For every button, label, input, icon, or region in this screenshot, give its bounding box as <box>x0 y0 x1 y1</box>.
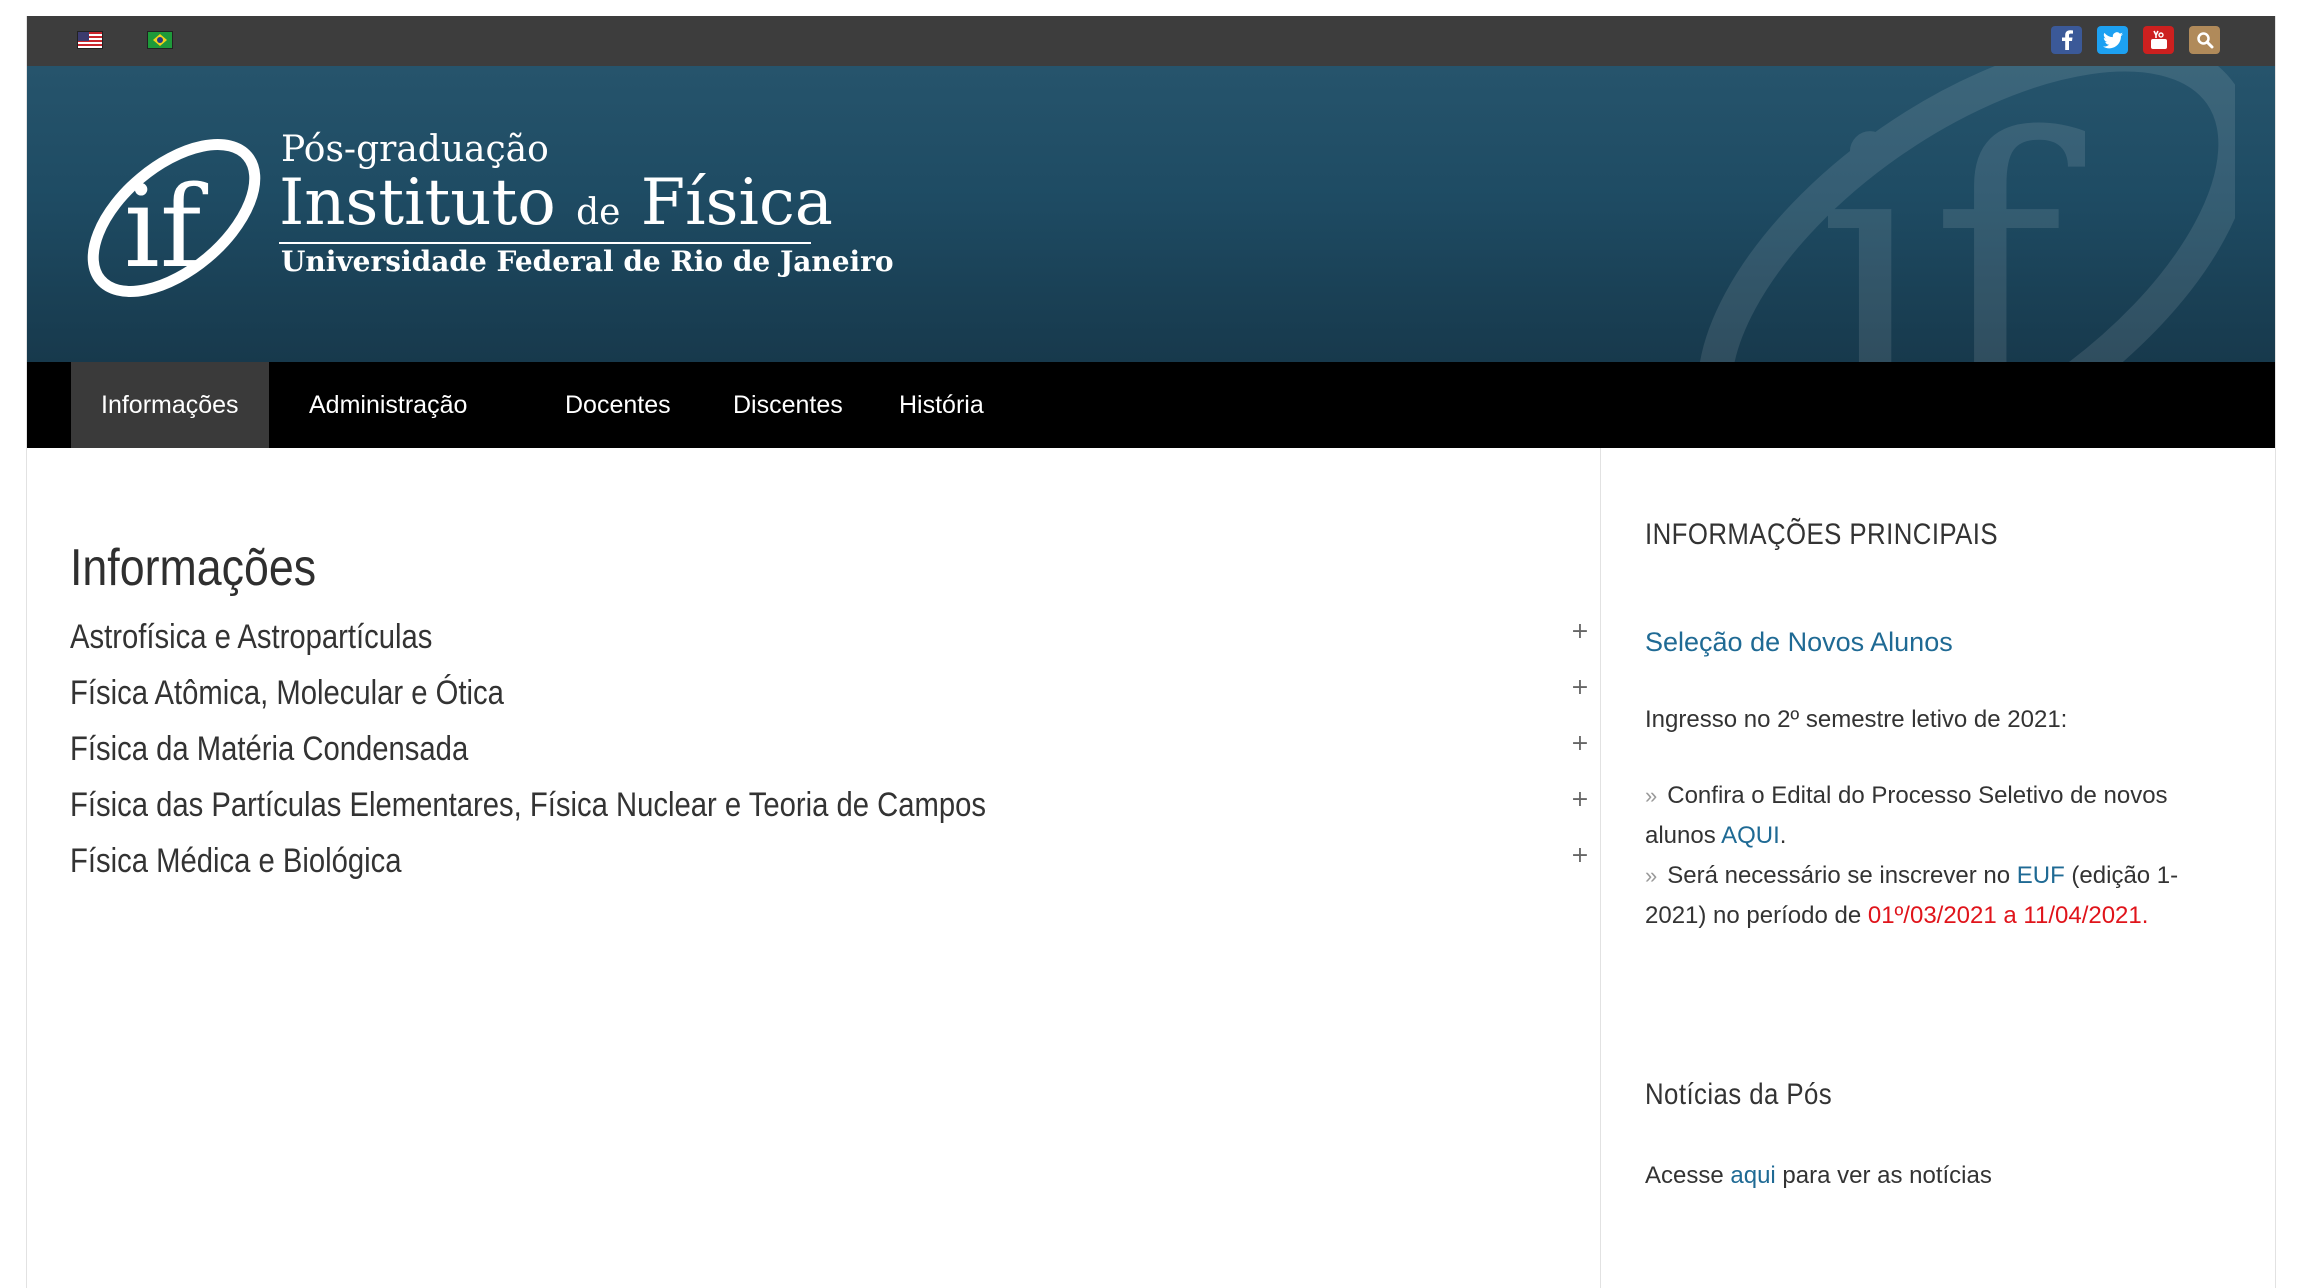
chevron-right-icon: » <box>1645 783 1658 808</box>
plus-icon[interactable]: + <box>1570 789 1590 811</box>
plus-icon[interactable]: + <box>1570 845 1590 867</box>
plus-icon[interactable]: + <box>1570 677 1590 699</box>
news-link[interactable]: aqui <box>1730 1162 1775 1189</box>
ingresso-text: Ingresso no 2º semestre letivo de 2021: <box>1645 706 2068 733</box>
news-text: Acesse aqui para ver as notícias <box>1645 1162 1992 1189</box>
content-area: Informações Astrofísica e Astropartícula… <box>26 16 2276 1288</box>
accordion-item[interactable]: Astrofísica e Astropartículas + <box>70 618 1590 670</box>
accordion-item[interactable]: Física Médica e Biológica + <box>70 842 1590 894</box>
widget-title-main-info: INFORMAÇÕES PRINCIPAIS <box>1645 518 1999 551</box>
selecao-link[interactable]: Seleção de Novos Alunos <box>1645 627 1953 657</box>
plus-icon[interactable]: + <box>1570 621 1590 643</box>
euf-link[interactable]: EUF <box>2017 862 2065 889</box>
accordion-label: Física Atômica, Molecular e Ótica <box>70 674 504 712</box>
widget-title-news: Notícias da Pós <box>1645 1078 1833 1111</box>
accordion-item[interactable]: Física da Matéria Condensada + <box>70 730 1590 782</box>
chevron-right-icon: » <box>1645 863 1658 888</box>
accordion-item[interactable]: Física Atômica, Molecular e Ótica + <box>70 674 1590 726</box>
accordion-label: Física da Matéria Condensada <box>70 730 469 768</box>
bullet-euf: » Será necessário se inscrever no EUF (ed… <box>1645 862 2179 929</box>
accordion-label: Física Médica e Biológica <box>70 842 402 880</box>
accordion-item[interactable]: Física das Partículas Elementares, Físic… <box>70 786 1590 838</box>
accordion-label: Física das Partículas Elementares, Físic… <box>70 786 987 824</box>
page-title: Informações <box>70 539 317 597</box>
selecao-link-wrapper: Seleção de Novos Alunos <box>1645 622 2205 662</box>
bullet-edital: » Confira o Edital do Processo Seletivo d… <box>1645 782 2168 849</box>
deadline-text: 01º/03/2021 a 11/04/2021. <box>1867 902 2149 929</box>
accordion-label: Astrofísica e Astropartículas <box>70 618 433 656</box>
edital-link[interactable]: AQUI <box>1721 822 1780 849</box>
sidebar-divider <box>1600 448 1601 1288</box>
plus-icon[interactable]: + <box>1570 733 1590 755</box>
